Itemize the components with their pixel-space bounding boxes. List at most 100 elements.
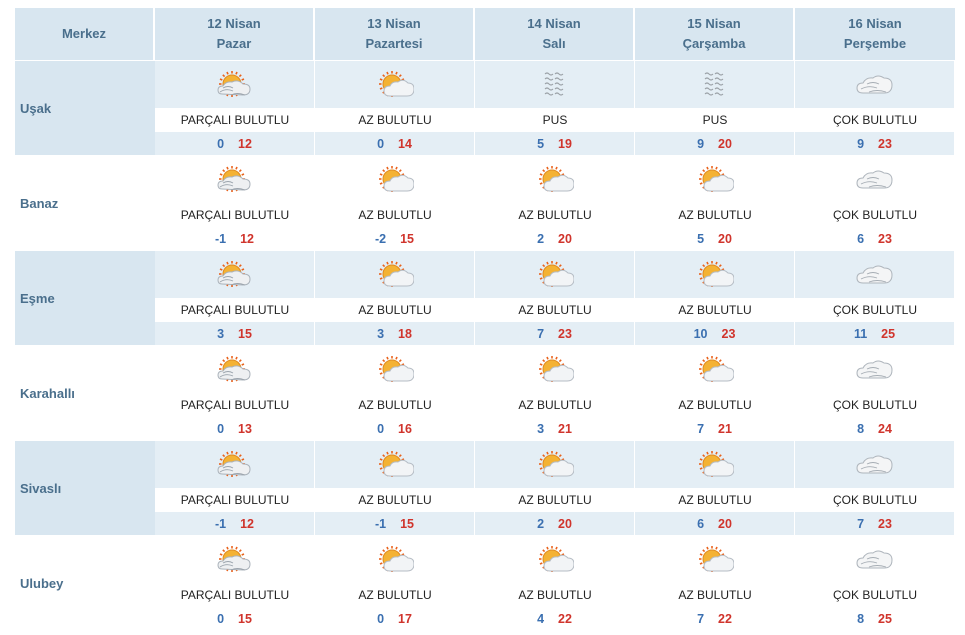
max-temp: 23	[878, 231, 892, 246]
forecast-cell: PARÇALI BULUTLU 0 13	[155, 346, 315, 440]
weather-description: AZ BULUTLU	[315, 488, 475, 512]
weather-description: AZ BULUTLU	[315, 583, 475, 607]
min-temp: 9	[857, 136, 865, 151]
forecast-cell: ÇOK BULUTLU 9 23	[795, 61, 955, 155]
mostly-sunny-icon	[475, 156, 635, 203]
max-temp: 20	[718, 516, 732, 531]
forecast-cell: AZ BULUTLU 5 20	[635, 156, 795, 250]
mostly-sunny-icon	[475, 251, 635, 298]
weather-description: ÇOK BULUTLU	[795, 583, 955, 607]
max-temp: 12	[240, 516, 255, 531]
weather-description: AZ BULUTLU	[475, 393, 635, 417]
weather-description: AZ BULUTLU	[315, 108, 475, 132]
forecast-cell: PUS 5 19	[475, 61, 635, 155]
city-name: Karahallı	[20, 385, 75, 401]
max-temp: 25	[881, 326, 896, 341]
min-temp: 9	[697, 136, 705, 151]
max-temp: 23	[721, 326, 736, 341]
min-temp: 7	[857, 516, 865, 531]
day-weekday: Perşembe	[843, 36, 907, 51]
weather-description: PARÇALI BULUTLU	[155, 393, 315, 417]
mostly-sunny-icon	[635, 156, 795, 203]
min-temp: -1	[214, 516, 227, 531]
partly-cloudy-icon	[155, 251, 315, 298]
max-temp: 20	[718, 136, 732, 151]
forecast-cell: AZ BULUTLU 4 22	[475, 536, 635, 630]
temperature-range: 7 21	[635, 417, 795, 440]
min-temp: -1	[374, 516, 387, 531]
temperature-range: 10 23	[635, 322, 795, 345]
min-temp: 3	[377, 326, 385, 341]
max-temp: 22	[718, 611, 732, 626]
temperature-range: -1 12	[155, 227, 315, 250]
cloudy-icon	[795, 441, 955, 488]
forecast-cell: AZ BULUTLU 0 16	[315, 346, 475, 440]
table-row: Sivaslı PARÇALI BULUTLU -1 12 AZ BULUTLU -1 15…	[15, 441, 955, 535]
temperature-range: 0 17	[315, 607, 475, 630]
forecast-cell: PUS 9 20	[635, 61, 795, 155]
weather-description: PARÇALI BULUTLU	[155, 298, 315, 322]
cloudy-icon	[795, 61, 955, 108]
weather-description: PARÇALI BULUTLU	[155, 108, 315, 132]
min-temp: 2	[537, 231, 545, 246]
weather-description: AZ BULUTLU	[315, 393, 475, 417]
partly-cloudy-icon	[155, 61, 315, 108]
table-row: Banaz PARÇALI BULUTLU -1 12 AZ BULUTLU -2 15 AZ…	[15, 156, 955, 250]
min-temp: 6	[697, 516, 705, 531]
max-temp: 12	[238, 136, 252, 151]
temperature-range: 3 18	[315, 322, 475, 345]
forecast-cell: AZ BULUTLU 0 17	[315, 536, 475, 630]
cloudy-icon	[795, 346, 955, 393]
haze-icon	[635, 61, 795, 108]
min-temp: -2	[374, 231, 387, 246]
forecast-cell: AZ BULUTLU -1 15	[315, 441, 475, 535]
mostly-sunny-icon	[635, 346, 795, 393]
temperature-range: 0 16	[315, 417, 475, 440]
cloudy-icon	[795, 156, 955, 203]
weather-description: ÇOK BULUTLU	[795, 203, 955, 227]
min-temp: 0	[217, 611, 225, 626]
day-date: 12 Nisan	[207, 16, 261, 31]
max-temp: 12	[240, 231, 255, 246]
weather-description: ÇOK BULUTLU	[795, 393, 955, 417]
min-temp: -1	[214, 231, 227, 246]
temperature-range: 6 23	[795, 227, 955, 250]
min-temp: 8	[857, 421, 865, 436]
forecast-cell: ÇOK BULUTLU 6 23	[795, 156, 955, 250]
min-temp: 4	[537, 611, 545, 626]
forecast-cell: AZ BULUTLU 3 21	[475, 346, 635, 440]
temperature-range: 0 13	[155, 417, 315, 440]
max-temp: 17	[398, 611, 412, 626]
forecast-cell: ÇOK BULUTLU 11 25	[795, 251, 955, 345]
min-temp: 5	[697, 231, 705, 246]
mostly-sunny-icon	[315, 251, 475, 298]
forecast-cell: PARÇALI BULUTLU -1 12	[155, 441, 315, 535]
partly-cloudy-icon	[155, 156, 315, 203]
min-temp: 0	[217, 136, 225, 151]
min-temp: 3	[537, 421, 545, 436]
max-temp: 15	[238, 326, 252, 341]
table-row: Karahallı PARÇALI BULUTLU 0 13 AZ BULUTLU 0 16…	[15, 346, 955, 440]
min-temp: 8	[857, 611, 865, 626]
day-header: 13 Nisan Pazartesi	[315, 8, 475, 60]
weather-description: ÇOK BULUTLU	[795, 108, 955, 132]
max-temp: 14	[398, 136, 412, 151]
mostly-sunny-icon	[315, 441, 475, 488]
temperature-range: 0 12	[155, 132, 315, 155]
min-temp: 7	[697, 611, 705, 626]
mostly-sunny-icon	[475, 346, 635, 393]
max-temp: 15	[400, 516, 415, 531]
max-temp: 20	[558, 516, 572, 531]
forecast-cell: PARÇALI BULUTLU 0 15	[155, 536, 315, 630]
temperature-range: 9 20	[635, 132, 795, 155]
forecast-cell: AZ BULUTLU 7 22	[635, 536, 795, 630]
day-header: 12 Nisan Pazar	[155, 8, 315, 60]
city-name: Banaz	[20, 195, 59, 211]
haze-icon	[475, 61, 635, 108]
min-temp: 3	[217, 326, 225, 341]
max-temp: 20	[558, 231, 572, 246]
day-weekday: Salı	[542, 36, 566, 51]
day-weekday: Çarşamba	[682, 36, 746, 51]
max-temp: 23	[878, 516, 892, 531]
weather-description: PUS	[475, 108, 635, 132]
